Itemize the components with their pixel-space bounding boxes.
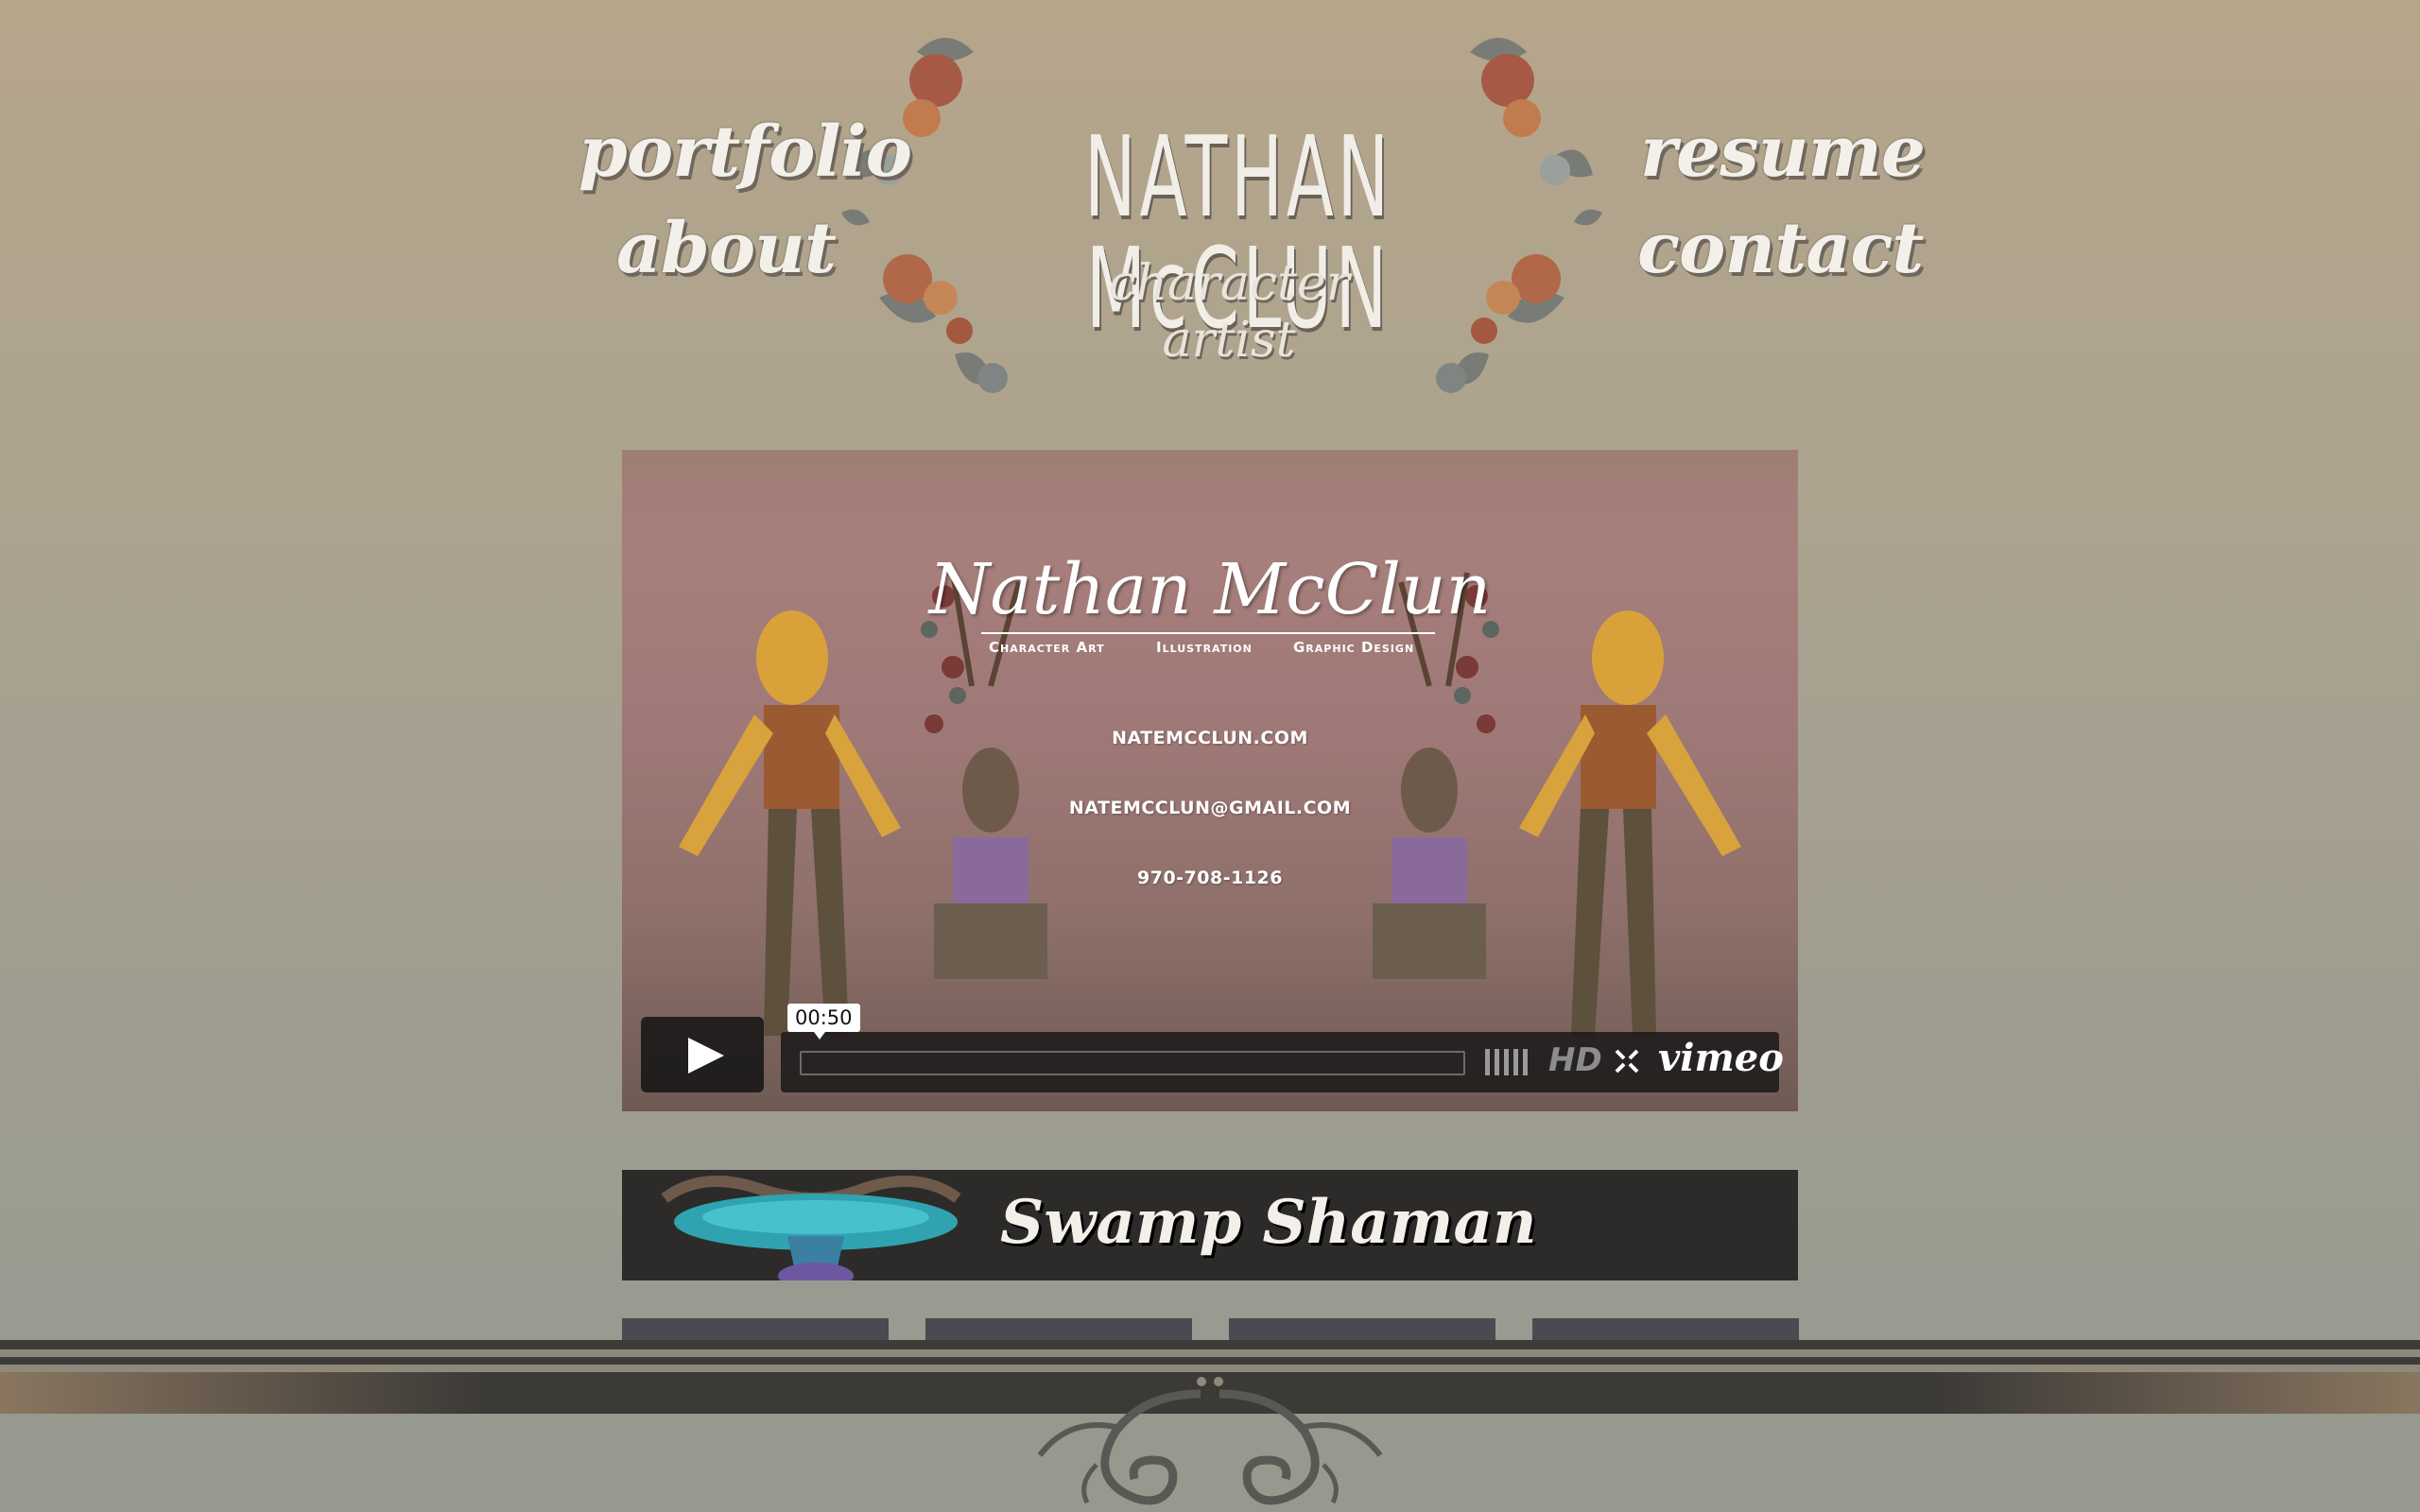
progress-bar[interactable] bbox=[800, 1051, 1465, 1075]
play-button[interactable] bbox=[641, 1017, 764, 1092]
project-thumbnail[interactable] bbox=[925, 1318, 1192, 1341]
swamp-shaman-thumbnail bbox=[661, 1176, 961, 1280]
video-controls: HD vimeo 00:50 bbox=[641, 1004, 1784, 1092]
site-logo[interactable]: NATHAN McCLUN bbox=[974, 118, 1503, 344]
nav-contact-link[interactable]: contact bbox=[1637, 214, 1925, 284]
nav-resume-link[interactable]: resume bbox=[1640, 117, 1926, 187]
time-tooltip: 00:50 bbox=[787, 1004, 860, 1040]
fullscreen-icon[interactable] bbox=[1613, 1045, 1641, 1077]
project-thumbnail[interactable] bbox=[1532, 1318, 1799, 1341]
footer-stripe bbox=[0, 1357, 2420, 1365]
project-thumbnail[interactable] bbox=[622, 1318, 889, 1341]
project-title: Swamp Shaman bbox=[1000, 1187, 1537, 1258]
video-tag-character-art: Character Art bbox=[989, 639, 1105, 656]
vimeo-logo[interactable]: vimeo bbox=[1658, 1036, 1784, 1080]
logo-subtitle: character artist bbox=[1108, 255, 1350, 369]
video-email: NATEMCCLUN@GMAIL.COM bbox=[1068, 798, 1352, 818]
footer-stripe bbox=[0, 1349, 2420, 1357]
video-title: Nathan McClun bbox=[928, 549, 1492, 630]
footer-stripe bbox=[0, 1340, 2420, 1349]
nav-about-link[interactable]: about bbox=[616, 214, 837, 284]
project-thumbnail[interactable] bbox=[1229, 1318, 1495, 1341]
video-tag-illustration: Illustration bbox=[1156, 639, 1253, 656]
control-bar: HD vimeo bbox=[781, 1032, 1784, 1092]
video-player[interactable]: Nathan McClun Character Art Illustration… bbox=[622, 450, 1798, 1111]
project-banner[interactable]: Swamp Shaman bbox=[622, 1170, 1798, 1280]
video-website: NATEMCCLUN.COM bbox=[1112, 728, 1308, 748]
nav-portfolio-link[interactable]: portfolio bbox=[579, 117, 912, 187]
video-title-rule bbox=[981, 632, 1435, 634]
volume-icon[interactable] bbox=[1485, 1049, 1530, 1075]
ornament-scroll-icon bbox=[1037, 1377, 1383, 1505]
video-phone: 970-708-1126 bbox=[1137, 868, 1283, 888]
video-tag-graphic-design: Graphic Design bbox=[1293, 639, 1415, 656]
hd-toggle[interactable]: HD bbox=[1548, 1041, 1602, 1079]
